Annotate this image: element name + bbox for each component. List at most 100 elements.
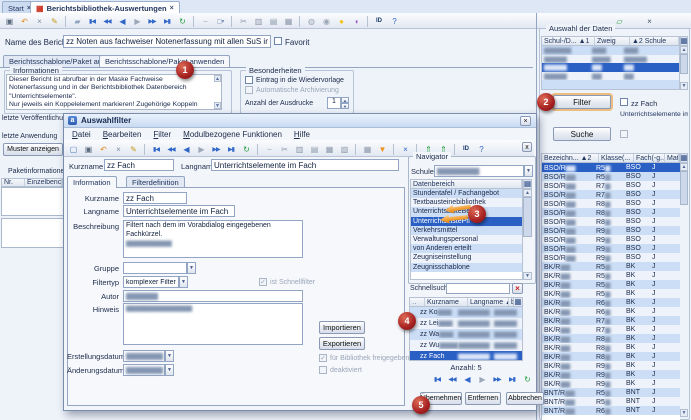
kurse-table-row[interactable]: BK/R▆▆R6▆BKJ xyxy=(542,298,680,307)
schulen-table-row[interactable]: ▆▆▆▆▆▆▆▆▆▆▆▆ xyxy=(542,46,679,55)
save-icon[interactable]: ▣ xyxy=(2,14,16,28)
scroll-up-icon[interactable]: ▲ xyxy=(680,46,688,54)
nav-first-icon[interactable]: ▮◀ xyxy=(85,14,99,28)
nav-back-icon[interactable]: ◀ xyxy=(179,142,193,156)
scroll-thumb[interactable] xyxy=(680,171,688,205)
refresh-icon[interactable]: ↻ xyxy=(520,372,534,386)
datenbereich-item[interactable]: Stundentafel / Fachangebot xyxy=(411,189,522,198)
langname-input[interactable] xyxy=(211,159,399,171)
dialog-titlebar[interactable]: a Auswahlfilter xyxy=(64,114,536,128)
kurse-table-row[interactable]: BK/R▆▆R8▆BKJ xyxy=(542,343,680,352)
dialog-close-button[interactable]: × xyxy=(520,116,531,126)
kurse-table-row[interactable]: BSO/R▆▆R5▆BSOJ xyxy=(542,172,680,181)
copy-icon[interactable]: ▥ xyxy=(251,14,265,28)
field-chooser-icon[interactable]: ▦ xyxy=(680,36,688,46)
scroll-down-icon[interactable]: ▼ xyxy=(680,409,688,417)
kurse-table-row[interactable]: BK/R▆▆R7▆BKJ xyxy=(542,325,680,334)
wiedervorlage-checkbox[interactable] xyxy=(245,76,253,84)
scroll-thumb[interactable] xyxy=(523,197,532,237)
paste-icon[interactable]: ▤ xyxy=(266,14,280,28)
nav-fastforward-icon[interactable]: ▶▶ xyxy=(209,142,223,156)
phone-icon[interactable]: ◉ xyxy=(319,14,333,28)
nav-fastforward-icon[interactable]: ▶▶ xyxy=(490,372,504,386)
kurse-table-row[interactable]: BK/R▆▆R9▆BKJ xyxy=(542,361,680,370)
copy-icon[interactable]: ▥ xyxy=(292,142,306,156)
form-autor-input[interactable]: ▆▆▆▆▆▆ xyxy=(123,290,303,302)
field-chooser-icon[interactable]: ▦ xyxy=(523,179,532,189)
entfernen-button[interactable]: Entfernen xyxy=(465,392,501,405)
form-kurzname-input[interactable] xyxy=(123,192,187,204)
abbrechen-button[interactable]: Abbrechen xyxy=(506,392,544,405)
tab-information[interactable]: Information xyxy=(67,176,117,188)
expand-icon[interactable]: × xyxy=(398,142,412,156)
col-langname[interactable]: Langname ▲ xyxy=(468,298,509,306)
col-einzelberichte[interactable]: Einzelberichte xyxy=(25,179,62,186)
remove-icon[interactable]: − xyxy=(262,142,276,156)
nav-fastback-icon[interactable]: ◀◀ xyxy=(100,14,114,28)
duplicate-icon[interactable]: ▦ xyxy=(281,14,295,28)
chevron-down-icon[interactable]: ▼ xyxy=(179,276,188,288)
duplicate-icon[interactable]: ▦ xyxy=(322,142,336,156)
col-mat[interactable]: Mat... ▲1 xyxy=(665,154,679,162)
kurse-table-row[interactable]: BSO/R▆▆R7▆BSOJ xyxy=(542,181,680,190)
kurse-table-row[interactable]: BK/R▆▆R5▆BKJ xyxy=(542,271,680,280)
kurse-table-row[interactable]: BK/R▆▆R6▆BKJ xyxy=(542,307,680,316)
paket-list-2[interactable] xyxy=(1,218,65,248)
edit-icon[interactable]: ✎ xyxy=(47,14,61,28)
folder-icon[interactable]: ▰ xyxy=(70,14,84,28)
tab-schablone-anwenden[interactable]: Berichtsschablone/Paket anwenden xyxy=(99,55,230,67)
col-schule[interactable]: ▲2 Schule xyxy=(630,37,679,45)
schulen-table-row[interactable] xyxy=(542,80,679,89)
nav-last-icon[interactable]: ▶▮ xyxy=(224,142,238,156)
datenbereich-item[interactable]: Verkehrsmittel xyxy=(411,226,522,235)
menu-item-filter[interactable]: Filter xyxy=(147,130,177,139)
form-filtertyp-combo[interactable] xyxy=(123,276,179,288)
lightbulb-icon[interactable]: ● xyxy=(334,14,348,28)
id-icon[interactable]: ID xyxy=(372,14,386,28)
form-aenderung-input[interactable]: ▆▆▆▆▆▆▆ xyxy=(123,364,165,376)
zz-fach-checkbox[interactable] xyxy=(620,98,628,106)
scroll-up-icon[interactable]: ▲ xyxy=(680,163,688,171)
col-marker[interactable]: ‥ xyxy=(410,298,425,306)
nav-forward-icon[interactable]: ▶ xyxy=(130,14,144,28)
filter-funnel-icon[interactable]: ▼ xyxy=(375,142,389,156)
favorit-checkbox[interactable] xyxy=(274,37,282,45)
kurse-table-row[interactable]: BK/R▆▆R9▆BKJ xyxy=(542,379,680,388)
anzahl-ausdrucke-value[interactable]: 1 xyxy=(327,97,341,109)
remove-icon[interactable]: − xyxy=(198,14,212,28)
filter-table-row[interactable]: zz Fach▆▆▆▆▆▆▆▆▆▆▆▆ xyxy=(410,351,522,361)
help-icon[interactable]: ? xyxy=(474,142,488,156)
paste-icon[interactable]: ▤ xyxy=(307,142,321,156)
kurse-table-row[interactable]: BNT/R▆▆R5▆BNTJ xyxy=(542,397,680,406)
filter-table-row[interactable]: zz Wu▆▆▆▆▆▆▆▆▆▆▆▆▆▆▆▆ xyxy=(410,340,522,351)
spin-down-icon[interactable]: ▼ xyxy=(341,103,349,109)
nav-first-icon[interactable]: ▮◀ xyxy=(149,142,163,156)
datenbereich-item[interactable]: Zeugniseinstellung xyxy=(411,253,522,262)
kurse-table-row[interactable]: BNT/R▆▆R5▆BNTJ xyxy=(542,388,680,397)
paket-list[interactable] xyxy=(1,187,65,216)
datenbereich-item[interactable]: Zeugnisschablone xyxy=(411,263,522,272)
form-gruppe-combo[interactable] xyxy=(123,262,187,274)
field-chooser-icon[interactable]: ▦ xyxy=(513,297,523,307)
kurse-table-row[interactable]: BSO/R▆▆R9▆BSOJ xyxy=(542,226,680,235)
cut-icon[interactable]: ✂ xyxy=(277,142,291,156)
delete-icon[interactable]: × xyxy=(111,142,125,156)
scroll-down-icon[interactable]: ▼ xyxy=(214,102,221,109)
schulen-table-row[interactable]: ▆▆▆▆▆▆▆▆▆ xyxy=(542,72,679,81)
save-icon[interactable]: ▣ xyxy=(81,142,95,156)
kurse-table-row[interactable]: BNT/R▆▆R6▆BNTJ xyxy=(542,406,680,415)
nav-fastback-icon[interactable]: ◀◀ xyxy=(445,372,459,386)
id-icon[interactable]: ID xyxy=(459,142,473,156)
schulen-table-row[interactable]: ▆▆▆▆▆▆▆▆▆ xyxy=(542,63,679,72)
panel-close-button[interactable]: x xyxy=(522,142,532,152)
form-hinweis-textarea[interactable]: ▆▆ ▆ ▆▆ ▆ ▆▆▆▆▆▆▆▆ xyxy=(123,303,303,345)
menu-item-datei[interactable]: Datei xyxy=(66,130,97,139)
exportieren-button[interactable]: Exportieren xyxy=(319,337,365,350)
kurse-table-row[interactable]: BSO/R▆▆R8▆BSOJ xyxy=(542,217,680,226)
datenbereich-item[interactable]: von Anderen erteilt xyxy=(411,244,522,253)
col-nr[interactable]: Nr. xyxy=(2,179,25,186)
close-icon[interactable]: × xyxy=(642,14,656,28)
importieren-button[interactable]: Importieren xyxy=(319,321,365,334)
filter-button[interactable]: Filter xyxy=(553,95,611,109)
field-chooser-icon[interactable]: ▦ xyxy=(680,153,688,163)
